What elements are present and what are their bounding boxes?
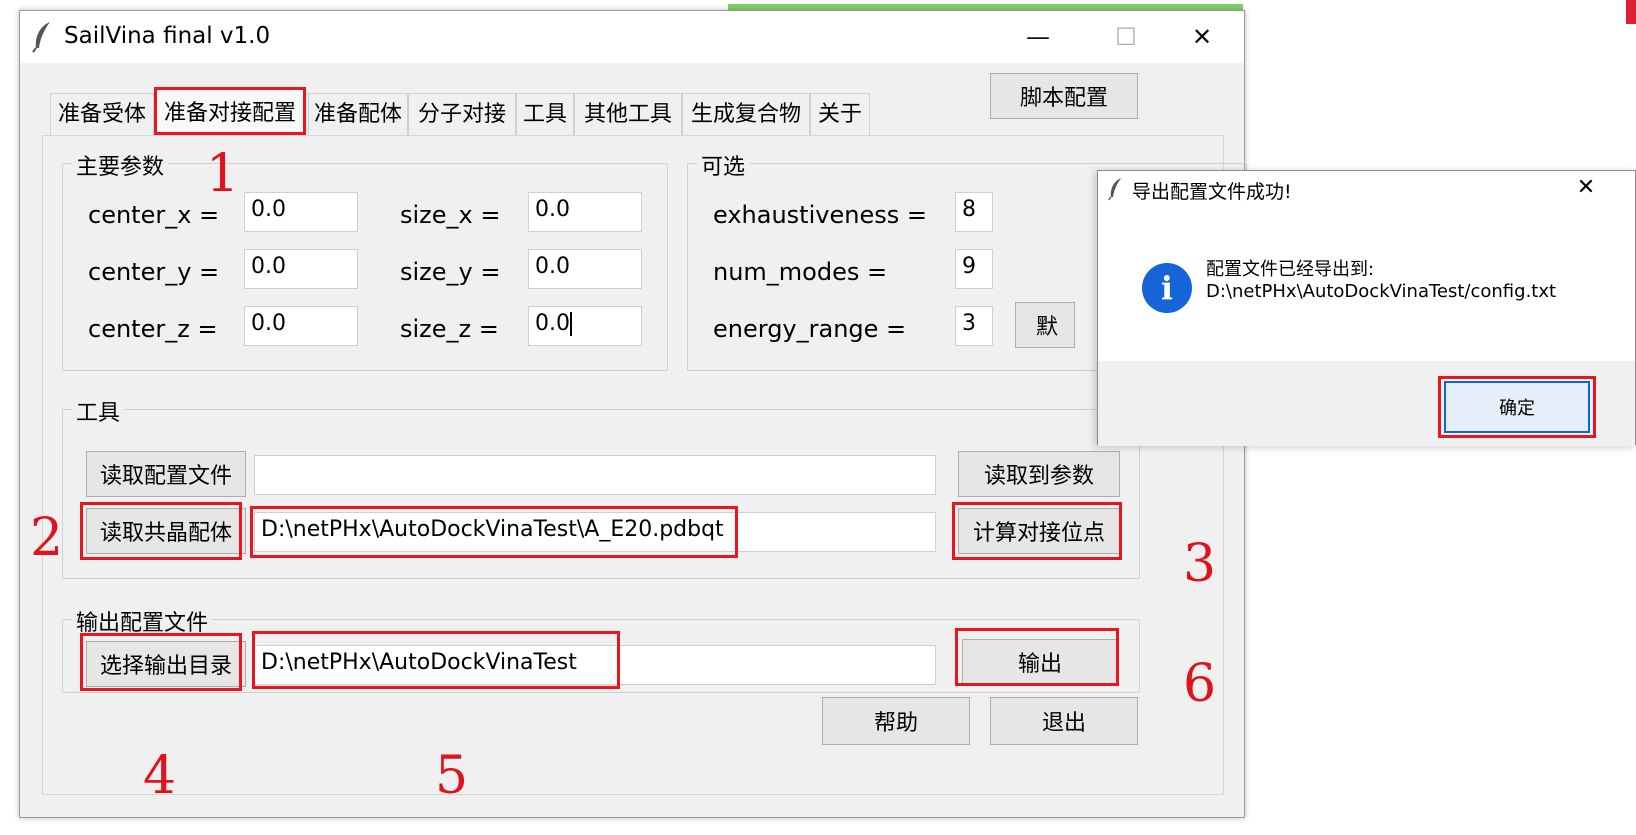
- center-z-input[interactable]: 0.0: [244, 306, 358, 346]
- center-y-input[interactable]: 0.0: [244, 249, 358, 289]
- tab-generate-complex[interactable]: 生成复合物: [682, 93, 810, 135]
- tools-title: 工具: [72, 395, 125, 427]
- marker-4: 4: [143, 746, 177, 806]
- exhaustiveness-label: exhaustiveness =: [713, 201, 927, 229]
- num-modes-input[interactable]: 9: [955, 249, 993, 289]
- feather-icon: [1108, 178, 1122, 201]
- marker-2: 2: [30, 508, 64, 568]
- marker-1: 1: [206, 144, 240, 204]
- window-title: SailVina final v1.0: [64, 23, 271, 49]
- help-button[interactable]: 帮助: [822, 697, 970, 745]
- tab-prepare-receptor[interactable]: 准备受体: [50, 93, 154, 135]
- tab-molecular-docking[interactable]: 分子对接: [408, 93, 516, 135]
- exhaustiveness-input[interactable]: 8: [955, 192, 993, 232]
- exit-button[interactable]: 退出: [990, 697, 1138, 745]
- default-params-button[interactable]: 默: [1015, 302, 1075, 348]
- highlight-box-ok: [1438, 376, 1596, 438]
- read-to-params-button[interactable]: 读取到参数: [958, 451, 1120, 497]
- size-y-input[interactable]: 0.0: [528, 249, 642, 289]
- size-z-value: 0.0: [535, 311, 570, 336]
- feather-icon: [32, 22, 50, 53]
- center-x-label: center_x =: [88, 201, 220, 229]
- center-y-label: center_y =: [88, 258, 220, 286]
- marker-5: 5: [435, 746, 469, 806]
- marker-3: 3: [1183, 534, 1217, 594]
- minimize-button[interactable]: —: [1008, 17, 1068, 57]
- size-x-input[interactable]: 0.0: [528, 192, 642, 232]
- marker-6: 6: [1183, 654, 1217, 714]
- center-z-label: center_z =: [88, 315, 218, 343]
- background-window-edge: [1626, 0, 1636, 24]
- main-window: SailVina final v1.0 — ☐ ✕ 准备受体 准备对接配置 准备…: [19, 10, 1247, 818]
- close-button[interactable]: ✕: [1172, 17, 1232, 57]
- highlight-box-5: [252, 631, 620, 689]
- dialog-message-line2: D:\netPHx\AutoDockVinaTest/config.txt: [1206, 281, 1557, 302]
- energy-range-input[interactable]: 3: [955, 306, 993, 346]
- tab-prepare-ligand[interactable]: 准备配体: [308, 93, 408, 135]
- num-modes-label: num_modes =: [713, 258, 888, 286]
- read-config-file-button[interactable]: 读取配置文件: [86, 451, 246, 497]
- size-z-input[interactable]: 0.0: [528, 306, 642, 346]
- highlight-box-2: [80, 502, 242, 560]
- tab-prepare-docking-config[interactable]: 准备对接配置: [154, 87, 306, 135]
- config-file-path-input[interactable]: [254, 455, 936, 495]
- tab-other-tools[interactable]: 其他工具: [574, 93, 682, 135]
- tab-about[interactable]: 关于: [810, 93, 870, 135]
- export-success-dialog: 导出配置文件成功! ✕ i 配置文件已经导出到: D:\netPHx\AutoD…: [1097, 170, 1636, 446]
- dialog-close-button[interactable]: ✕: [1566, 173, 1606, 203]
- size-x-label: size_x =: [400, 201, 501, 229]
- dialog-title: 导出配置文件成功!: [1132, 181, 1292, 203]
- highlight-box-6: [955, 628, 1119, 686]
- text-cursor: [570, 312, 572, 336]
- energy-range-label: energy_range =: [713, 315, 907, 343]
- size-y-label: size_y =: [400, 258, 501, 286]
- main-params-title: 主要参数: [72, 149, 169, 181]
- center-x-input[interactable]: 0.0: [244, 192, 358, 232]
- dialog-message-line1: 配置文件已经导出到:: [1206, 259, 1375, 280]
- title-bar: SailVina final v1.0 — ☐ ✕: [20, 11, 1244, 63]
- info-icon: i: [1142, 263, 1192, 313]
- highlight-box-3: [952, 502, 1122, 560]
- script-config-button[interactable]: 脚本配置: [990, 73, 1138, 119]
- tab-tools[interactable]: 工具: [516, 93, 574, 135]
- highlight-box-ligand-path: [250, 506, 738, 558]
- highlight-box-4: [80, 633, 242, 691]
- optional-title: 可选: [697, 149, 750, 181]
- size-z-label: size_z =: [400, 315, 499, 343]
- maximize-button[interactable]: ☐: [1096, 17, 1156, 57]
